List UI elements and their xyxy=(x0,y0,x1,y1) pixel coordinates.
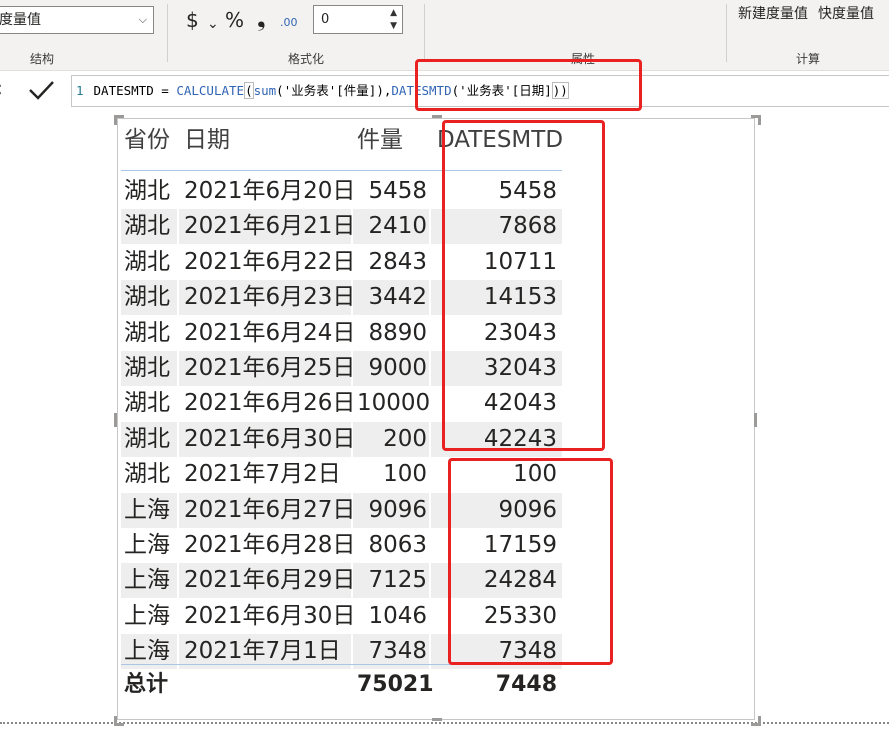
group-divider xyxy=(167,4,168,62)
cell-qty: 2410 xyxy=(368,213,427,240)
percent-format-button[interactable]: % xyxy=(225,8,244,32)
dax-token: '[件量] xyxy=(328,83,377,98)
column-header-province[interactable]: 省份 xyxy=(124,123,170,158)
column-header-date[interactable]: 日期 xyxy=(184,123,230,158)
cell-date: 2021年6月23日 xyxy=(184,284,356,311)
cell-date: 2021年6月28日 xyxy=(184,532,356,558)
cell-date: 2021年6月22日 xyxy=(184,248,356,275)
cell-qty: 2843 xyxy=(368,248,427,275)
total-qty: 75021 xyxy=(357,672,434,697)
commit-check-icon[interactable] xyxy=(26,75,56,109)
resize-handle[interactable] xyxy=(432,718,442,721)
decimal-places-input[interactable]: 0 ▲ ▼ xyxy=(313,5,403,34)
cell-date: 2021年6月30日 xyxy=(184,602,356,629)
cell-date: 2021年6月30日 xyxy=(184,425,356,452)
dax-token: CALCULATE xyxy=(176,83,245,98)
column-header-qty[interactable]: 件量 xyxy=(357,123,403,158)
total-datesmtd: 7448 xyxy=(495,672,557,697)
comma-style-button[interactable]: ❟ xyxy=(257,8,266,32)
cell-qty: 3442 xyxy=(368,284,427,311)
annotation-box-formula xyxy=(415,59,642,111)
dax-token: ) xyxy=(376,83,384,98)
decimal-places-value: 0 xyxy=(321,12,330,27)
cell-province: 湖北 xyxy=(124,461,170,488)
resize-handle[interactable] xyxy=(114,716,124,726)
cell-province: 湖北 xyxy=(124,284,170,311)
cell-province: 上海 xyxy=(124,567,170,594)
dax-token: ( xyxy=(244,82,254,99)
cell-province: 湖北 xyxy=(124,355,170,381)
resize-handle[interactable] xyxy=(114,413,117,427)
cell-qty: 200 xyxy=(383,425,427,452)
resize-handle[interactable] xyxy=(432,115,442,118)
line-number: 1 xyxy=(76,83,84,98)
cell-date: 2021年6月21日 xyxy=(184,213,356,240)
cell-qty: 100 xyxy=(383,461,427,488)
cell-qty: 1046 xyxy=(368,602,427,629)
cell-qty: 8063 xyxy=(368,532,427,558)
group-divider xyxy=(726,4,727,62)
measure-dropdown[interactable]: 度量值 ⌵ xyxy=(0,6,154,34)
spin-down-icon[interactable]: ▼ xyxy=(390,20,397,32)
decimal-shift-label: .00 xyxy=(280,16,298,29)
cell-province: 湖北 xyxy=(124,390,170,417)
group-divider xyxy=(424,4,425,62)
cell-date: 2021年7月2日 xyxy=(184,461,341,488)
cell-qty: 9000 xyxy=(368,355,427,381)
cell-date: 2021年6月26日 xyxy=(184,390,356,417)
annotation-box-reset xyxy=(448,458,613,665)
total-label: 总计 xyxy=(124,672,169,697)
dax-token: DATESMTD = xyxy=(93,83,177,98)
cell-qty: 10000 xyxy=(357,390,431,417)
new-measure-button[interactable]: 新建度量值 xyxy=(738,3,808,23)
cell-province: 湖北 xyxy=(124,319,170,346)
group-label-formatting: 格式化 xyxy=(288,52,325,66)
resize-handle[interactable] xyxy=(751,115,761,125)
group-label-calculations: 计算 xyxy=(796,52,821,66)
cancel-icon[interactable]: ‹ xyxy=(0,77,3,102)
dax-token: sum xyxy=(253,83,277,98)
decimal-shift-icon[interactable]: .00 xyxy=(280,11,298,35)
resize-handle[interactable] xyxy=(751,716,761,726)
chevron-down-icon: ⌵ xyxy=(138,13,147,26)
cell-province: 上海 xyxy=(124,532,170,558)
cell-qty: 8890 xyxy=(368,319,427,346)
cell-province: 湖北 xyxy=(124,248,170,275)
cell-date: 2021年6月20日 xyxy=(184,178,356,204)
cell-province: 湖北 xyxy=(124,213,170,240)
spin-up-icon[interactable]: ▲ xyxy=(390,7,397,19)
resize-handle[interactable] xyxy=(754,413,757,427)
group-label-structure: 结构 xyxy=(30,52,55,66)
cell-province: 湖北 xyxy=(124,425,170,452)
cell-date: 2021年6月29日 xyxy=(184,567,356,594)
cell-date: 2021年6月24日 xyxy=(184,319,356,346)
currency-format-button[interactable]: $ xyxy=(186,8,199,32)
cell-province: 上海 xyxy=(124,496,170,523)
quick-measure-button[interactable]: 快度量值 xyxy=(818,3,874,23)
dax-token: 业务表 xyxy=(291,83,329,98)
cell-province: 湖北 xyxy=(124,178,170,204)
currency-dropdown-chevron-icon[interactable]: ⌄ xyxy=(207,12,219,36)
cell-qty: 5458 xyxy=(368,178,427,204)
cell-date: 2021年6月25日 xyxy=(184,355,356,381)
measure-dropdown-value: 度量值 xyxy=(0,12,41,28)
cell-province: 上海 xyxy=(124,602,170,629)
cell-date: 2021年6月27日 xyxy=(184,496,356,523)
cell-qty: 9096 xyxy=(368,496,427,523)
annotation-box-june xyxy=(442,120,605,451)
resize-handle[interactable] xyxy=(114,115,124,125)
cell-qty: 7125 xyxy=(368,567,427,594)
dax-token: (' xyxy=(276,83,292,98)
